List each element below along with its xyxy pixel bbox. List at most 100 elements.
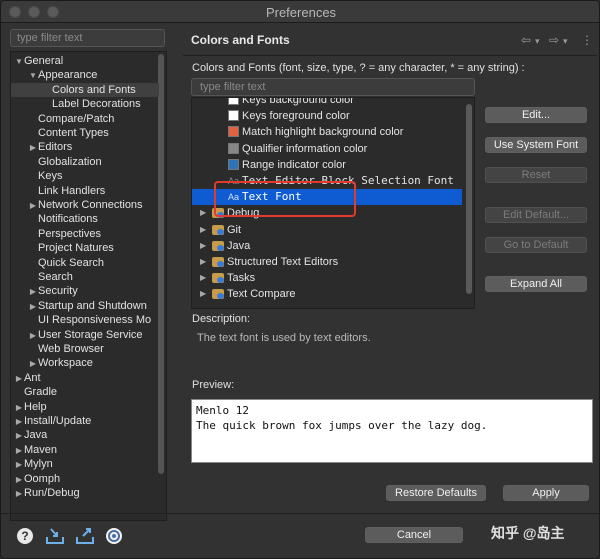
color-setting-item[interactable]: Match highlight background color [192, 124, 462, 140]
tree-item-label: Ant [24, 371, 41, 384]
tree-scrollbar[interactable] [158, 54, 164, 474]
tree-item[interactable]: ▶ User Storage Service [28, 328, 143, 342]
restore-defaults-button[interactable]: Restore Defaults [386, 485, 486, 501]
collapsed-arrow-icon[interactable]: ▶ [28, 285, 38, 299]
use-system-font-button[interactable]: Use System Font [485, 137, 587, 153]
collapsed-arrow-icon[interactable]: ▶ [200, 205, 206, 221]
tree-item[interactable]: ▼Appearance [28, 68, 97, 82]
tree-item[interactable]: ▶ Network Connections [28, 198, 143, 212]
back-arrow-icon[interactable]: ⇦ [521, 33, 531, 47]
color-swatch [228, 110, 239, 122]
tree-item[interactable]: ▶ Mylyn [14, 457, 53, 471]
setting-label: Tasks [227, 272, 256, 285]
edit-button[interactable]: Edit... [485, 107, 587, 123]
color-setting-item[interactable]: Keys foreground color [192, 108, 462, 124]
tree-item[interactable]: ▶ Help [14, 400, 47, 414]
tree-item[interactable]: Gradle [14, 385, 57, 399]
tree-item[interactable]: ▶ Editors [28, 140, 72, 154]
collapsed-arrow-icon[interactable]: ▶ [28, 357, 38, 371]
tree-item[interactable]: UI Responsiveness Mo [28, 313, 151, 327]
tree-filter-input[interactable]: type filter text [10, 29, 165, 47]
tree-item[interactable]: ▶ Oomph [14, 472, 60, 486]
color-setting-item[interactable]: Keys background color [192, 98, 462, 108]
tree-item[interactable]: ▶ Java [14, 428, 47, 442]
collapsed-arrow-icon[interactable]: ▶ [28, 141, 38, 155]
view-menu-icon[interactable]: ⋮ [581, 33, 593, 47]
reset-button[interactable]: Reset [485, 167, 587, 183]
cancel-button[interactable]: Cancel [365, 527, 463, 543]
tree-item[interactable]: Compare/Patch [28, 112, 114, 126]
colors-filter-input[interactable]: type filter text [191, 78, 475, 96]
tree-item[interactable]: Colors and Fonts [11, 82, 159, 97]
tree-item[interactable]: ▶ Startup and Shutdown [28, 299, 147, 313]
collapsed-arrow-icon[interactable]: ▶ [28, 199, 38, 213]
tree-item[interactable]: ▶ Security [28, 284, 78, 298]
tree-item[interactable]: ▼General [14, 54, 63, 68]
expand-all-button[interactable]: Expand All [485, 276, 587, 292]
collapsed-arrow-icon[interactable]: ▶ [14, 487, 24, 501]
color-setting-item[interactable]: Qualifier information color [192, 141, 462, 157]
category-folder-item[interactable]: ▶ Structured Text Editors [192, 254, 462, 270]
tree-item[interactable]: ▶ Maven [14, 443, 57, 457]
tree-item[interactable]: Content Types [28, 126, 109, 140]
tree-item[interactable]: Keys [28, 169, 62, 183]
import-icon[interactable] [45, 526, 65, 546]
collapsed-arrow-icon[interactable]: ▶ [14, 458, 24, 472]
collapsed-arrow-icon[interactable]: ▶ [14, 372, 24, 386]
collapsed-arrow-icon[interactable]: ▶ [14, 473, 24, 487]
collapsed-arrow-icon[interactable]: ▶ [14, 415, 24, 429]
collapsed-arrow-icon[interactable]: ▶ [200, 254, 206, 270]
collapsed-arrow-icon[interactable]: ▶ [200, 238, 206, 254]
tree-item[interactable]: Quick Search [28, 256, 104, 270]
tree-item[interactable]: Web Browser [28, 342, 104, 356]
forward-dropdown-icon[interactable]: ▾ [563, 36, 568, 47]
tree-item[interactable]: Project Natures [28, 241, 114, 255]
forward-arrow-icon[interactable]: ⇨ [549, 33, 559, 47]
collapsed-arrow-icon[interactable]: ▶ [14, 401, 24, 415]
setting-label: Debug [227, 207, 260, 220]
tree-item[interactable]: Perspectives [28, 227, 101, 241]
tree-item[interactable]: Label Decorations [42, 97, 141, 111]
header-divider [183, 55, 597, 56]
help-icon[interactable]: ? [15, 526, 35, 546]
colors-tree-scrollbar[interactable] [466, 104, 472, 294]
expanded-arrow-icon[interactable]: ▼ [14, 55, 24, 69]
back-dropdown-icon[interactable]: ▾ [535, 36, 540, 47]
collapsed-arrow-icon[interactable]: ▶ [14, 444, 24, 458]
tree-item-label: Workspace [38, 357, 93, 370]
bottom-divider [1, 513, 599, 514]
setting-label: Match highlight background color [242, 126, 404, 139]
go-to-default-button[interactable]: Go to Default [485, 237, 587, 253]
category-folder-item[interactable]: ▶ Debug [192, 205, 462, 221]
tree-item[interactable]: ▶ Workspace [28, 356, 93, 370]
export-icon[interactable] [75, 526, 95, 546]
tree-item-label: Editors [38, 141, 73, 154]
tree-item-label: Globalization [38, 155, 102, 168]
collapsed-arrow-icon[interactable]: ▶ [200, 222, 206, 238]
collapsed-arrow-icon[interactable]: ▶ [14, 429, 24, 443]
category-folder-item[interactable]: ▶ Java [192, 238, 462, 254]
font-setting-item[interactable]: Aa Text Font [192, 189, 462, 206]
collapsed-arrow-icon[interactable]: ▶ [28, 300, 38, 314]
tree-item[interactable]: Globalization [28, 155, 102, 169]
edit-default-button[interactable]: Edit Default... [485, 207, 587, 223]
collapsed-arrow-icon[interactable]: ▶ [28, 329, 38, 343]
collapsed-arrow-icon[interactable]: ▶ [200, 286, 206, 302]
oomph-icon[interactable] [104, 526, 124, 546]
tree-item-label: Security [38, 285, 78, 298]
collapsed-arrow-icon[interactable]: ▶ [200, 270, 206, 286]
tree-item[interactable]: ▶ Ant [14, 371, 41, 385]
tree-item[interactable]: ▶ Install/Update [14, 414, 91, 428]
tree-item[interactable]: ▶ Run/Debug [14, 486, 80, 500]
tree-item[interactable]: Search [28, 270, 73, 284]
font-setting-item[interactable]: Aa Text Editor Block Selection Font [192, 173, 462, 189]
tree-item[interactable]: Link Handlers [28, 184, 105, 198]
category-folder-item[interactable]: ▶ Tasks [192, 270, 462, 286]
category-folder-item[interactable]: ▶ Git [192, 222, 462, 238]
expanded-arrow-icon[interactable]: ▼ [28, 69, 38, 83]
category-folder-item[interactable]: ▶ Text Compare [192, 286, 462, 302]
preference-tree: ▼General ▼Appearance Colors and Fonts Label… [10, 51, 167, 521]
tree-item[interactable]: Notifications [28, 212, 98, 226]
color-setting-item[interactable]: Range indicator color [192, 157, 462, 173]
apply-button[interactable]: Apply [503, 485, 589, 501]
